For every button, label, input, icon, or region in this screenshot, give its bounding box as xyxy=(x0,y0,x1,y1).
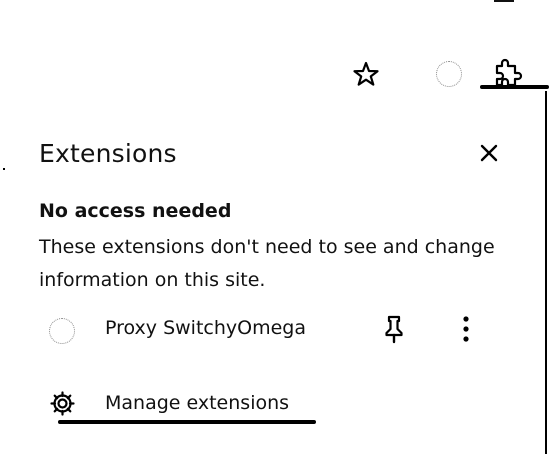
pin-icon[interactable] xyxy=(381,314,407,344)
close-icon[interactable] xyxy=(476,140,502,166)
toolbar-fragment xyxy=(494,0,514,2)
window-edge xyxy=(545,91,547,454)
edge-mark xyxy=(3,168,5,170)
panel-title: Extensions xyxy=(39,139,177,168)
extension-icon xyxy=(49,318,75,344)
star-icon[interactable] xyxy=(352,60,380,88)
focus-underline xyxy=(58,420,316,424)
section-title: No access needed xyxy=(39,200,232,222)
extension-name: Proxy SwitchyOmega xyxy=(105,317,307,339)
gear-icon xyxy=(50,391,75,416)
active-indicator xyxy=(480,85,549,89)
profile-icon[interactable] xyxy=(436,61,462,87)
more-options-icon[interactable] xyxy=(455,314,477,344)
section-description: These extensions don't need to see and c… xyxy=(39,236,495,291)
manage-extensions-label: Manage extensions xyxy=(105,392,290,414)
